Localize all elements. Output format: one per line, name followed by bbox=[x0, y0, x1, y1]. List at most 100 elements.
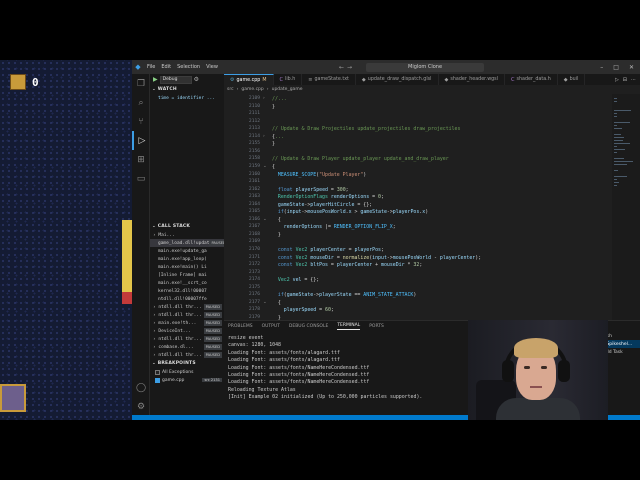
code-line: { bbox=[272, 216, 281, 223]
menu-view[interactable]: View bbox=[203, 64, 221, 70]
explorer-icon[interactable]: ❐ bbox=[132, 74, 150, 93]
command-center[interactable]: Miglom Clone bbox=[366, 62, 485, 72]
close-icon[interactable]: ✕ bbox=[629, 64, 634, 71]
menu-edit[interactable]: Edit bbox=[158, 64, 174, 70]
activity-bar: ❐ ⌕ ⑂ ▷ ⊞ ▭ ◯ ⚙ bbox=[132, 74, 150, 420]
line-number: 2169 bbox=[248, 239, 260, 245]
code-line: gameState->playerHitCircle = {}; bbox=[277, 201, 373, 208]
callstack-list: › Mai...game_load.dll!updatPAUSED ON STE… bbox=[150, 231, 224, 359]
terminal-output[interactable]: resize event canvas: 1280, 1048 Loading Fo… bbox=[228, 335, 422, 402]
breadcrumb-item[interactable]: game.cpp bbox=[241, 87, 263, 92]
editor-tab[interactable]: ◆ update_draw_dispatch.glsl bbox=[356, 74, 439, 85]
terminal-line: canvas: 1280, 1048 bbox=[228, 342, 281, 349]
more-actions-icon[interactable]: ⋯ bbox=[631, 77, 636, 83]
breadcrumb-item[interactable]: update_game bbox=[272, 87, 303, 92]
breadcrumb-separator-icon: › bbox=[236, 87, 239, 92]
fold-chevron-icon[interactable]: › bbox=[263, 134, 265, 139]
status-badge: PAUSED bbox=[203, 304, 222, 310]
line-number: 2177 bbox=[248, 299, 260, 305]
editor-tab[interactable]: ≡ gameState.txt bbox=[302, 74, 356, 85]
debug-settings-icon[interactable]: ⚙ bbox=[194, 76, 199, 83]
run-debug-icon[interactable]: ▷ bbox=[132, 131, 150, 150]
thread-row[interactable]: › ntdll.dll thr... PAUSED bbox=[150, 303, 224, 311]
thread-row[interactable]: › DeviceInt... PAUSED bbox=[150, 327, 224, 335]
account-icon[interactable]: ◯ bbox=[132, 378, 150, 397]
status-badge: PAUSED bbox=[203, 320, 222, 326]
nav-forward-icon[interactable]: → bbox=[347, 64, 352, 71]
source-control-icon[interactable]: ⑂ bbox=[132, 112, 150, 131]
stack-frame[interactable]: kernel32.dll!00007 bbox=[150, 287, 224, 295]
stack-frame[interactable]: main.exe!__scrt_co bbox=[150, 279, 224, 287]
watch-item[interactable]: time = identifier ... bbox=[150, 94, 224, 102]
run-icon[interactable]: ▷ bbox=[615, 77, 619, 83]
thread-row[interactable]: › ntdll.dll thr... PAUSED bbox=[150, 351, 224, 359]
stack-frame[interactable]: main.exe!app_loop( bbox=[150, 255, 224, 263]
thread-row[interactable]: › combase.dl... PAUSED bbox=[150, 343, 224, 351]
fold-chevron-icon[interactable]: ⌄ bbox=[263, 300, 267, 305]
panel-tab-ports[interactable]: PORTS bbox=[369, 324, 384, 329]
extensions-icon[interactable]: ⊞ bbox=[132, 150, 150, 169]
thread-row[interactable]: › main.exe!th... PAUSED bbox=[150, 319, 224, 327]
stack-frame[interactable]: ntdll.dll!00007ffe bbox=[150, 295, 224, 303]
line-number: 2173 bbox=[248, 269, 260, 275]
remote-explorer-icon[interactable]: ▭ bbox=[132, 169, 150, 188]
code-line: // Update & Draw Player update_player up… bbox=[272, 156, 449, 163]
thread-row[interactable]: › Mai... bbox=[150, 231, 224, 239]
split-editor-icon[interactable]: ⊟ bbox=[623, 77, 627, 83]
start-debug-icon[interactable]: ▶ bbox=[153, 76, 158, 83]
menu-selection[interactable]: Selection bbox=[174, 64, 203, 70]
webcam-person-hair bbox=[514, 338, 558, 358]
code-view[interactable]: 2109 ›//... 2110} 2111 2112 2113// Update & D… bbox=[224, 94, 640, 320]
stack-frame[interactable]: main.exe!update_ga bbox=[150, 247, 224, 255]
breakpoint-item[interactable]: All Exceptions bbox=[150, 368, 224, 376]
minimap-line bbox=[614, 143, 630, 144]
editor-tab[interactable]: ◆ buil bbox=[558, 74, 586, 85]
code-line: const Vec2 playerCenter = playerPos; bbox=[277, 247, 384, 253]
minimap-line bbox=[614, 140, 624, 141]
breakpoint-checkbox[interactable] bbox=[155, 369, 160, 375]
panel-tab-output[interactable]: OUTPUT bbox=[262, 324, 280, 329]
callstack-header[interactable]: ⌄ CALL STACK bbox=[150, 222, 224, 231]
panel-tab-debug-console[interactable]: DEBUG CONSOLE bbox=[289, 324, 328, 329]
editor-tab-label: update_draw_dispatch.glsl bbox=[367, 77, 432, 82]
nav-back-icon[interactable]: ← bbox=[339, 64, 344, 71]
line-number: 2171 bbox=[248, 254, 260, 260]
game-hud: 0 bbox=[10, 74, 39, 90]
thread-row[interactable]: › ntdll.dll thr... PAUSED bbox=[150, 335, 224, 343]
watch-list: time = identifier ... bbox=[150, 94, 224, 102]
editor-tab[interactable]: ⚙ game.cpp M bbox=[224, 74, 274, 85]
menu-file[interactable]: File bbox=[144, 64, 158, 70]
code-line: if(input->mousePosWorld.x > gameState->p… bbox=[277, 209, 429, 216]
editor-tab[interactable]: Clib.h bbox=[274, 74, 303, 85]
breakpoint-item[interactable]: game.cpp src 2131 bbox=[150, 376, 224, 384]
fold-chevron-icon[interactable]: › bbox=[263, 96, 265, 101]
code-line: } bbox=[272, 231, 281, 238]
settings-gear-icon[interactable]: ⚙ bbox=[132, 397, 150, 416]
panel-tab-problems[interactable]: PROBLEMS bbox=[228, 324, 253, 329]
breadcrumb-item[interactable]: src bbox=[227, 87, 234, 92]
minimize-icon[interactable]: – bbox=[600, 64, 603, 71]
maximize-icon[interactable]: □ bbox=[613, 64, 619, 71]
thread-row[interactable]: › ntdll.dll thr... PAUSED bbox=[150, 311, 224, 319]
minimap-line bbox=[614, 149, 625, 150]
watch-header[interactable]: ⌄ WATCH bbox=[150, 85, 224, 94]
breakpoints-header[interactable]: ⌄ BREAKPOINTS bbox=[150, 359, 224, 368]
fold-chevron-icon[interactable]: ⌄ bbox=[263, 217, 267, 222]
debug-config-select[interactable]: Debug bbox=[159, 75, 192, 84]
minimap[interactable] bbox=[612, 94, 640, 320]
breakpoint-checkbox[interactable] bbox=[155, 377, 160, 383]
webcam-eye-right bbox=[541, 366, 547, 369]
line-number: 2114 bbox=[248, 133, 260, 139]
code-line: MEASURE_SCOPE("Update Player") bbox=[277, 171, 367, 178]
headphone-right bbox=[558, 360, 570, 382]
editor-tab[interactable]: ◆ shader_header.wgsl bbox=[439, 74, 506, 85]
search-icon[interactable]: ⌕ bbox=[132, 93, 150, 112]
fold-chevron-icon[interactable]: ⌄ bbox=[263, 164, 267, 169]
stack-frame[interactable]: game_load.dll!updatPAUSED ON STEP bbox=[150, 239, 224, 247]
editor-tab[interactable]: Cshader_data.h bbox=[505, 74, 558, 85]
panel-tab-terminal[interactable]: TERMINAL bbox=[337, 323, 361, 330]
shader-icon: ◆ bbox=[361, 76, 366, 83]
stack-frame[interactable]: main.exe!main() Li bbox=[150, 263, 224, 271]
stack-frame-label: › main.exe!th... bbox=[153, 320, 197, 326]
stack-frame[interactable]: [Inline Frame] mai bbox=[150, 271, 224, 279]
